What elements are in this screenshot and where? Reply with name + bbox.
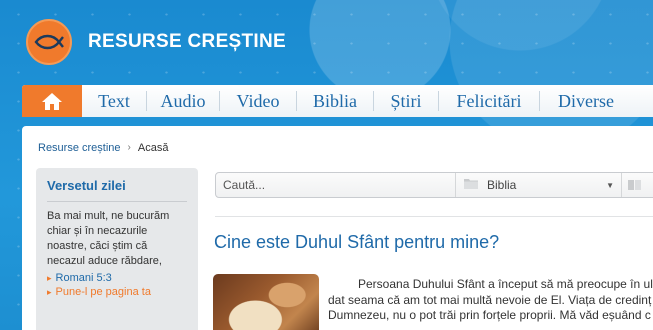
book-icon[interactable] [622,179,642,191]
folder-icon [464,178,478,192]
breadcrumb: Resurse creștine › Acasă [38,142,168,154]
caret-down-icon: ▼ [606,180,614,190]
article-line: dat seama că am tot mai multă nevoie de … [328,292,652,307]
nav-item-biblia[interactable]: Biblia [297,85,373,117]
article-thumbnail[interactable] [213,274,319,330]
nav-item-diverse[interactable]: Diverse [540,85,632,117]
home-icon[interactable] [22,85,82,117]
nav-item-text[interactable]: Text [82,85,146,117]
verse-links: ▸ Romani 5:3 ▸ Pune-l pe pagina ta [36,269,198,299]
main-nav: Text Audio Video Biblia Știri Felicitări… [22,85,653,117]
nav-item-audio[interactable]: Audio [147,85,219,117]
search-scope-value: Biblia [487,178,517,192]
share-verse-label: Pune-l pe pagina ta [55,286,151,298]
chevron-right-icon: › [127,142,131,153]
article-excerpt: Persoana Duhului Sfânt a început să mă p… [328,277,653,324]
breadcrumb-current: Acasă [137,142,169,154]
nav-item-video[interactable]: Video [220,85,296,117]
arrow-right-icon: ▸ [47,287,52,297]
arrow-right-icon: ▸ [47,273,52,283]
fish-icon[interactable] [26,19,72,65]
nav-item-stiri[interactable]: Știri [374,85,438,117]
verse-text: Ba mai mult, ne bucurăm chiar și în neca… [47,210,170,267]
nav-item-felicitari[interactable]: Felicitări [439,85,539,117]
search-bar: Biblia ▼ [215,172,653,198]
verse-box-title: Versetul zilei [47,178,126,193]
article-line: Persoana Duhului Sfânt a început să mă p… [358,277,653,291]
article-line: Dumnezeu, nu o pot trăi prin forțele pro… [328,308,651,322]
breadcrumb-root-link[interactable]: Resurse creștine [38,142,121,154]
verse-reference-link[interactable]: ▸ Romani 5:3 [47,271,187,285]
search-scope-select[interactable]: Biblia ▼ [456,173,622,197]
verse-reference: Romani 5:3 [55,272,112,284]
article-title[interactable]: Cine este Duhul Sfânt pentru mine? [214,232,499,253]
site-title[interactable]: RESURSE CREȘTINE [88,31,286,53]
divider [215,216,653,217]
site-header: RESURSE CREȘTINE [26,19,286,65]
search-input[interactable] [216,173,456,197]
content-area: Resurse creștine › Acasă Versetul zilei … [22,126,653,330]
share-verse-link[interactable]: ▸ Pune-l pe pagina ta [47,285,187,299]
verse-of-the-day-box: Versetul zilei Ba mai mult, ne bucurăm c… [36,168,198,330]
